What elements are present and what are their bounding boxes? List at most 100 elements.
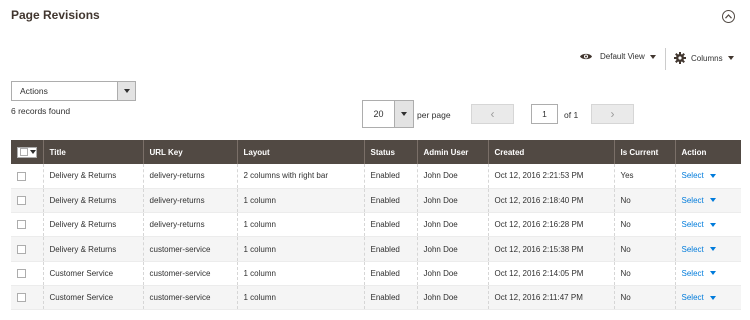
divider [665,48,666,70]
action-cell: Select [675,188,741,214]
chevron-down-icon [709,173,716,178]
actions-dropdown[interactable]: Actions [11,81,136,101]
column-header[interactable]: Admin User [417,140,489,164]
table-row[interactable]: Delivery & Returns delivery-returns 1 colu… [11,188,741,214]
action-cell: Select [675,164,741,189]
status-cell: Enabled [364,261,418,286]
chevron-down-icon [709,198,716,203]
section-title: Page Revisions [11,8,100,22]
columns-label: Columns [691,53,723,63]
layout-cell: 1 column [237,188,365,214]
table-row[interactable]: Customer Service customer-service 1 column… [11,261,741,286]
is-current-cell: No [614,236,676,262]
created-cell: Oct 12, 2016 2:11:47 PM [488,285,615,311]
row-checkbox[interactable] [17,269,26,279]
eye-icon [580,53,592,60]
mass-select-checkbox[interactable] [17,146,37,158]
created-cell: Oct 12, 2016 2:16:28 PM [488,212,615,238]
title-cell: Delivery & Returns [43,236,144,262]
row-checkbox[interactable] [17,196,26,206]
next-page-button[interactable]: › [591,104,634,124]
select-action-link[interactable]: Select [682,293,716,302]
per-page-toggle[interactable] [394,101,413,127]
column-header[interactable]: URL Key [143,140,238,164]
action-cell: Select [675,261,741,286]
table-row[interactable]: Delivery & Returns customer-service 1 colu… [11,236,741,262]
admin-user-cell: John Doe [417,261,489,286]
column-header[interactable]: Title [43,140,144,164]
table-row[interactable]: Delivery & Returns delivery-returns 2 colu… [11,164,741,189]
default-view-dropdown[interactable]: Default View [579,52,656,61]
per-page-select[interactable]: 20 [362,100,414,128]
revisions-table: Title URL Key Layout Status Admin User C… [11,140,741,311]
collapse-icon[interactable] [722,10,735,23]
chevron-down-icon [709,222,716,227]
row-checkbox[interactable] [17,220,26,230]
is-current-cell: No [614,188,676,214]
title-cell: Delivery & Returns [43,164,144,189]
select-action-link[interactable]: Select [682,269,716,278]
row-checkbox-cell [11,188,44,214]
actions-label: Actions [20,86,48,96]
created-cell: Oct 12, 2016 2:14:05 PM [488,261,615,286]
row-checkbox[interactable] [17,171,26,181]
chevron-down-icon [30,150,36,154]
select-action-link[interactable]: Select [682,220,716,229]
row-checkbox-cell [11,164,44,189]
table-row[interactable]: Customer Service customer-service 1 column… [11,285,741,311]
records-count: 6 records found [11,106,71,116]
select-action-link[interactable]: Select [682,245,716,254]
select-action-label: Select [681,268,704,278]
select-action-link[interactable]: Select [682,171,716,180]
url-key-cell: delivery-returns [143,188,238,214]
created-cell: Oct 12, 2016 2:18:40 PM [488,188,615,214]
title-cell: Customer Service [43,285,144,311]
url-key-cell: customer-service [143,236,238,262]
column-header[interactable]: Created [488,140,615,164]
per-page-label: per page [417,110,451,120]
title-cell: Delivery & Returns [43,212,144,238]
row-checkbox[interactable] [17,244,26,254]
admin-user-cell: John Doe [417,188,489,214]
action-cell: Select [675,212,741,238]
layout-cell: 1 column [237,212,365,238]
status-cell: Enabled [364,164,418,189]
status-cell: Enabled [364,285,418,311]
layout-cell: 2 columns with right bar [237,164,365,189]
page-number-input[interactable]: 1 [531,104,558,124]
table-header-row: Title URL Key Layout Status Admin User C… [11,140,741,164]
column-header[interactable]: Layout [237,140,365,164]
actions-toggle[interactable] [117,82,135,100]
column-header: Action [681,147,707,157]
is-current-cell: No [614,212,676,238]
status-cell: Enabled [364,188,418,214]
action-cell: Select [675,236,741,262]
select-action-label: Select [681,220,704,230]
chevron-down-icon [649,54,656,59]
status-cell: Enabled [364,212,418,238]
columns-dropdown[interactable]: Columns [674,52,734,64]
chevron-right-icon: › [610,107,615,121]
is-current-cell: Yes [614,164,676,189]
action-cell: Select [675,285,741,311]
row-checkbox[interactable] [17,293,26,303]
layout-cell: 1 column [237,285,365,311]
chevron-left-icon: ‹ [490,107,495,121]
column-header[interactable]: Status [364,140,418,164]
select-action-link[interactable]: Select [682,196,716,205]
table-row[interactable]: Delivery & Returns delivery-returns 1 colu… [11,212,741,238]
layout-cell: 1 column [237,261,365,286]
mass-select-header[interactable] [11,140,44,164]
row-checkbox-cell [11,261,44,286]
title-cell: Customer Service [43,261,144,286]
prev-page-button[interactable]: ‹ [471,104,514,124]
select-action-label: Select [681,293,704,303]
url-key-cell: customer-service [143,285,238,311]
page-total-label: of 1 [564,110,579,120]
row-checkbox-cell [11,285,44,311]
column-header[interactable]: Is Current [614,140,676,164]
select-action-label: Select [681,244,704,254]
status-cell: Enabled [364,236,418,262]
url-key-cell: delivery-returns [143,212,238,238]
url-key-cell: delivery-returns [143,164,238,189]
